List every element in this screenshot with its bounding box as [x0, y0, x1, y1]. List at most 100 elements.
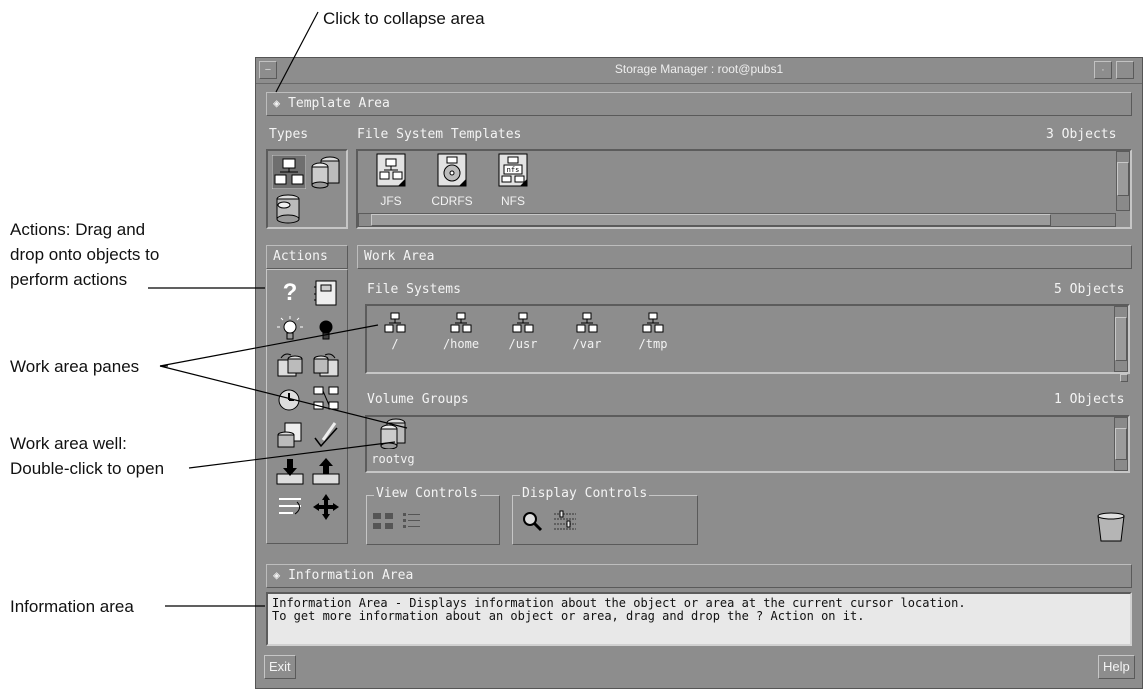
- volume-groups-pane: rootvg: [365, 415, 1130, 473]
- filesystem-root[interactable]: /: [371, 312, 419, 351]
- callout-actions-line2: drop onto objects to: [10, 245, 160, 264]
- restore-icon[interactable]: [311, 350, 341, 380]
- filter-icon[interactable]: [552, 509, 578, 533]
- import-icon[interactable]: [275, 456, 305, 486]
- filesystem-label: /tmp: [638, 337, 668, 351]
- storage-manager-window: − Storage Manager : root@pubs1 · ◈ Templ…: [255, 57, 1143, 689]
- info-area-header[interactable]: ◈ Information Area: [266, 564, 1132, 588]
- move-icon[interactable]: [311, 492, 341, 522]
- nfs-template-icon: nfs: [498, 153, 528, 187]
- icon-view-icon[interactable]: [372, 511, 396, 533]
- volume-groups-count: 1 Objects: [1054, 392, 1125, 407]
- file-systems-label: File Systems: [367, 282, 461, 297]
- view-controls-label: View Controls: [374, 486, 480, 501]
- report-icon[interactable]: [275, 420, 305, 450]
- jfs-template-icon: [376, 153, 406, 187]
- callout-actions-line1: Actions: Drag and: [10, 220, 146, 239]
- volume-groups-label: Volume Groups: [367, 392, 469, 407]
- filesystem-usr[interactable]: /usr: [499, 312, 547, 351]
- checkmark-icon[interactable]: [311, 420, 341, 450]
- template-label: NFS: [501, 194, 525, 208]
- info-text-box: Information Area - Displays information …: [266, 592, 1132, 646]
- callout-info: Information area: [10, 597, 134, 616]
- filesystem-tmp[interactable]: /tmp: [629, 312, 677, 351]
- volume-group-icon: [380, 418, 406, 450]
- filesystem-label: /var: [572, 337, 602, 351]
- filesystem-icon: [512, 312, 534, 333]
- title-bar[interactable]: − Storage Manager : root@pubs1 ·: [256, 58, 1142, 84]
- filesystem-icon: [450, 312, 472, 333]
- network-icon[interactable]: [311, 384, 341, 414]
- volume-group-label: rootvg: [371, 452, 415, 466]
- collapse-diamond-icon[interactable]: ◈: [273, 96, 280, 110]
- filesystems-vscroll[interactable]: [1114, 306, 1128, 372]
- types-panel: [266, 149, 348, 229]
- backup-icon[interactable]: [275, 350, 305, 380]
- minimize-icon[interactable]: ·: [1094, 61, 1112, 79]
- nfs-badge: nfs: [507, 166, 520, 174]
- template-jfs[interactable]: JFS: [368, 153, 414, 208]
- actions-header: Actions: [266, 245, 348, 269]
- help-glyph: ?: [282, 279, 298, 306]
- fs-templates-pane: JFS CDRFS nfs NFS: [356, 149, 1132, 229]
- filesystem-icon: [642, 312, 664, 333]
- actions-label: Actions: [273, 249, 328, 264]
- volume-group-type-icon[interactable]: [272, 191, 304, 225]
- callout-actions-line3: perform actions: [10, 270, 128, 289]
- help-button[interactable]: Help: [1098, 655, 1135, 679]
- file-systems-count: 5 Objects: [1054, 282, 1125, 297]
- filesystem-label: /usr: [508, 337, 538, 351]
- info-line-2: To get more information about an object …: [272, 609, 865, 623]
- callout-well-line2: Double-click to open: [10, 459, 165, 478]
- filesystem-icon: [576, 312, 598, 333]
- lightbulb-off-icon[interactable]: [311, 314, 341, 344]
- display-controls-label: Display Controls: [520, 486, 650, 501]
- trash-icon[interactable]: [1094, 510, 1128, 544]
- lightbulb-on-icon[interactable]: [275, 314, 305, 344]
- actions-panel: ?: [266, 269, 348, 544]
- filesystem-label: /home: [442, 337, 480, 351]
- template-label: JFS: [380, 194, 402, 208]
- work-area-header: Work Area: [357, 245, 1132, 269]
- pane-sash[interactable]: [1120, 374, 1128, 382]
- filesystem-var[interactable]: /var: [563, 312, 611, 351]
- scroll-thumb[interactable]: [371, 214, 1051, 226]
- filesystem-home[interactable]: /home: [433, 312, 489, 351]
- volumegroups-vscroll[interactable]: [1114, 417, 1128, 471]
- types-label: Types: [269, 127, 309, 142]
- schedule-icon[interactable]: [275, 384, 305, 414]
- maximize-icon[interactable]: [1116, 61, 1134, 79]
- filesystem-label: /: [391, 337, 399, 351]
- filesystem-icon: [384, 312, 406, 333]
- work-area-label: Work Area: [364, 249, 435, 264]
- callout-panes: Work area panes: [10, 357, 140, 376]
- template-area-label: Template Area: [288, 96, 390, 111]
- list-view-icon[interactable]: [402, 511, 424, 533]
- template-label: CDRFS: [431, 194, 473, 208]
- template-cdrfs[interactable]: CDRFS: [424, 153, 480, 208]
- scroll-thumb[interactable]: [1115, 428, 1127, 460]
- exit-button[interactable]: Exit: [264, 655, 296, 679]
- templates-vscroll[interactable]: [1116, 151, 1130, 211]
- export-icon[interactable]: [311, 456, 341, 486]
- magnifier-icon[interactable]: [520, 509, 544, 533]
- file-systems-pane: / /home /usr /var /tmp: [365, 304, 1130, 374]
- info-area-label: Information Area: [288, 568, 414, 583]
- template-area-header[interactable]: ◈ Template Area: [266, 92, 1132, 116]
- help-icon[interactable]: ?: [275, 278, 305, 308]
- window-title: Storage Manager : root@pubs1: [614, 62, 784, 76]
- scroll-thumb[interactable]: [1117, 162, 1129, 196]
- templates-hscroll[interactable]: [358, 213, 1116, 227]
- volume-group-rootvg[interactable]: rootvg: [369, 417, 417, 466]
- reorder-icon[interactable]: [275, 492, 305, 522]
- callout-collapse: Click to collapse area: [323, 9, 485, 28]
- template-nfs[interactable]: nfs NFS: [490, 153, 536, 208]
- scroll-thumb[interactable]: [1115, 317, 1127, 361]
- collapse-diamond-icon[interactable]: ◈: [273, 568, 280, 582]
- notebook-icon[interactable]: [311, 278, 341, 308]
- fs-templates-label: File System Templates: [357, 127, 522, 142]
- filesystem-type-icon[interactable]: [272, 155, 306, 189]
- fs-templates-count: 3 Objects: [1046, 127, 1117, 142]
- callout-well-line1: Work area well:: [10, 434, 127, 453]
- physical-volume-type-icon[interactable]: [310, 155, 342, 189]
